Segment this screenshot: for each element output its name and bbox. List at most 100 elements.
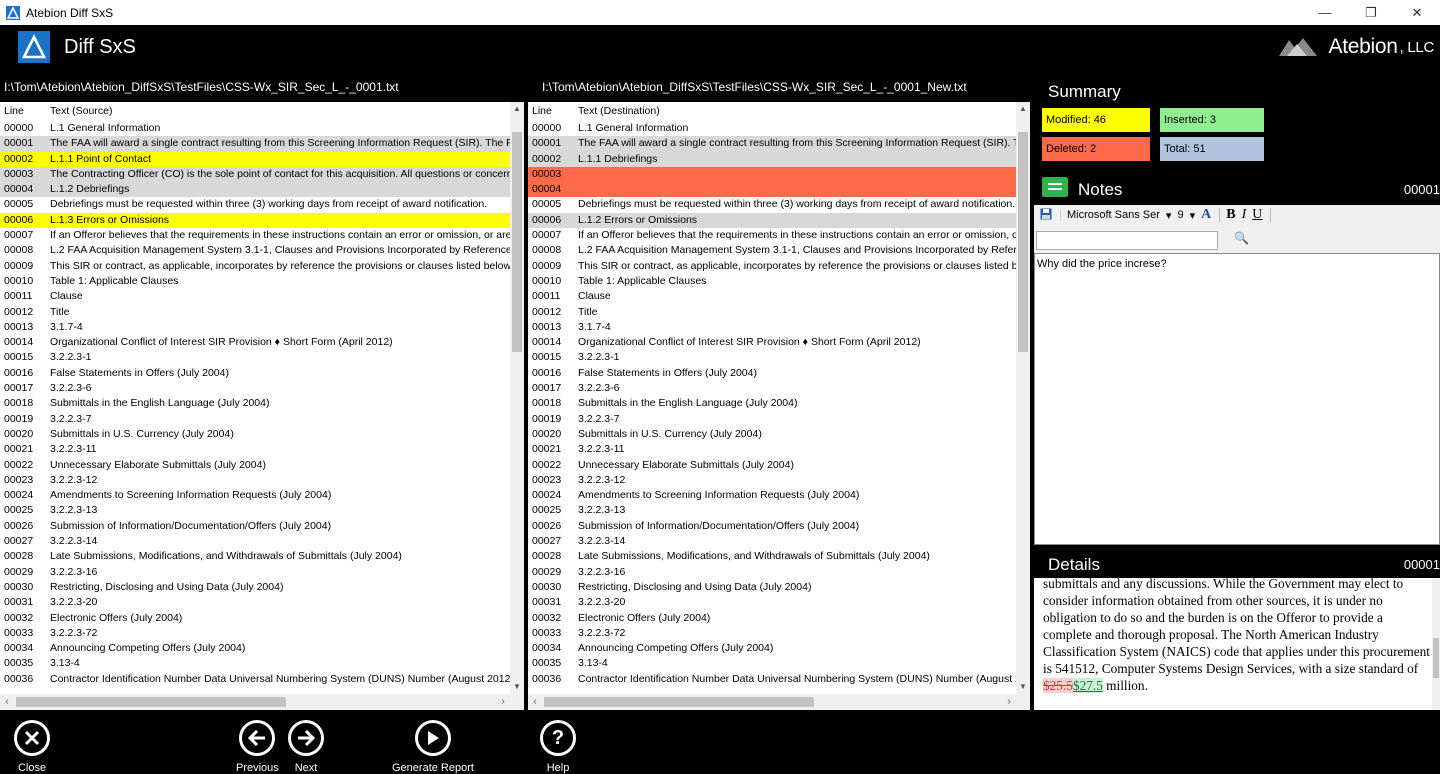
inserted-count-badge[interactable]: Inserted: 3: [1160, 108, 1264, 132]
table-row[interactable]: 00032 Electronic Offers (July 2004): [0, 611, 510, 626]
table-row[interactable]: 00019 3.2.2.3-7: [528, 412, 1016, 427]
close-window-button[interactable]: ✕: [1394, 0, 1440, 25]
italic-button[interactable]: I: [1242, 207, 1247, 223]
table-row[interactable]: 00021 3.2.2.3-11: [0, 442, 510, 457]
table-row[interactable]: 00007 If an Offeror believes that the req…: [528, 228, 1016, 243]
column-header-text[interactable]: Text (Source): [50, 105, 524, 117]
table-row[interactable]: 00027 3.2.2.3-14: [0, 534, 510, 549]
table-row[interactable]: 00004: [528, 182, 1016, 198]
table-row[interactable]: 00036 Contractor Identification Number Da…: [528, 672, 1016, 687]
table-row[interactable]: 00008 L.2 FAA Acquisition Management Syst…: [0, 243, 510, 258]
details-text[interactable]: submittals and any discussions. While th…: [1034, 578, 1440, 710]
table-row[interactable]: 00008 L.2 FAA Acquisition Management Syst…: [528, 243, 1016, 258]
table-row[interactable]: 00032 Electronic Offers (July 2004): [528, 611, 1016, 626]
close-icon[interactable]: [14, 720, 50, 756]
source-horizontal-scrollbar[interactable]: ‹ ›: [0, 694, 524, 710]
table-row[interactable]: 00009 This SIR or contract, as applicable…: [0, 259, 510, 274]
next-button[interactable]: Next: [288, 720, 324, 774]
table-row[interactable]: 00014 Organizational Conflict of Interest…: [528, 335, 1016, 350]
play-icon[interactable]: [414, 720, 451, 756]
column-header-line[interactable]: Line: [0, 105, 50, 117]
scroll-right-arrow-icon[interactable]: ›: [496, 694, 510, 710]
total-count-badge[interactable]: Total: 51: [1160, 137, 1264, 161]
table-row[interactable]: 00028 Late Submissions, Modifications, an…: [528, 549, 1016, 564]
table-row[interactable]: 00002 L.1.1 Point of Contact: [0, 151, 510, 167]
details-scrollbar[interactable]: [1432, 578, 1440, 710]
table-row[interactable]: 00026 Submission of Information/Documenta…: [528, 519, 1016, 534]
table-row[interactable]: 00020 Submittals in U.S. Currency (July 2…: [528, 427, 1016, 442]
table-row[interactable]: 00004 L.1.2 Debriefings: [0, 182, 510, 198]
maximize-button[interactable]: ❐: [1348, 0, 1394, 25]
dropdown-arrow-icon[interactable]: ▾: [1166, 209, 1172, 222]
table-row[interactable]: 00001 The FAA will award a single contrac…: [528, 136, 1016, 152]
arrow-left-icon[interactable]: [239, 720, 276, 756]
destination-grid[interactable]: Line Text (Destination) 00000 L.1 General…: [528, 102, 1030, 710]
table-row[interactable]: 00022 Unnecessary Elaborate Submittals (J…: [0, 458, 510, 473]
table-row[interactable]: 00002 L.1.1 Debriefings: [528, 151, 1016, 167]
table-row[interactable]: 00010 Table 1: Applicable Clauses: [528, 274, 1016, 289]
table-row[interactable]: 00029 3.2.2.3-16: [0, 565, 510, 580]
table-row[interactable]: 00031 3.2.2.3-20: [528, 595, 1016, 610]
table-row[interactable]: 00034 Announcing Competing Offers (July 2…: [528, 641, 1016, 656]
table-row[interactable]: 00034 Announcing Competing Offers (July 2…: [0, 641, 510, 656]
previous-button[interactable]: Previous: [236, 720, 279, 774]
table-row[interactable]: 00036 Contractor Identification Number Da…: [0, 672, 510, 687]
font-name-select[interactable]: Microsoft Sans Ser: [1060, 209, 1160, 221]
destination-horizontal-scrollbar[interactable]: ‹ ›: [528, 694, 1030, 710]
table-row[interactable]: 00003: [528, 166, 1016, 183]
table-row[interactable]: 00035 3.13-4: [0, 656, 510, 671]
modified-count-badge[interactable]: Modified: 46: [1042, 108, 1150, 132]
column-header-text[interactable]: Text (Destination): [578, 105, 1030, 117]
table-row[interactable]: 00020 Submittals in U.S. Currency (July 2…: [0, 427, 510, 442]
scroll-down-arrow-icon[interactable]: ▼: [1016, 680, 1030, 694]
table-row[interactable]: 00010 Table 1: Applicable Clauses: [0, 274, 510, 289]
table-row[interactable]: 00016 False Statements in Offers (July 20…: [528, 366, 1016, 381]
table-row[interactable]: 00012 Title: [528, 305, 1016, 320]
table-row[interactable]: 00016 False Statements in Offers (July 20…: [0, 366, 510, 381]
scroll-right-arrow-icon[interactable]: ›: [1002, 694, 1016, 710]
table-row[interactable]: 00033 3.2.2.3-72: [0, 626, 510, 641]
table-row[interactable]: 00012 Title: [0, 305, 510, 320]
table-row[interactable]: 00024 Amendments to Screening Information…: [528, 488, 1016, 503]
close-button[interactable]: Close: [14, 720, 50, 774]
bold-button[interactable]: B: [1226, 207, 1235, 223]
save-icon[interactable]: [1040, 208, 1052, 223]
table-row[interactable]: 00022 Unnecessary Elaborate Submittals (J…: [528, 458, 1016, 473]
table-row[interactable]: 00017 3.2.2.3-6: [0, 381, 510, 396]
scroll-thumb[interactable]: [1433, 638, 1439, 678]
table-row[interactable]: 00019 3.2.2.3-7: [0, 412, 510, 427]
table-row[interactable]: 00031 3.2.2.3-20: [0, 595, 510, 610]
table-row[interactable]: 00035 3.13-4: [528, 656, 1016, 671]
minimize-button[interactable]: —: [1302, 0, 1348, 25]
deleted-count-badge[interactable]: Deleted: 2: [1042, 137, 1150, 161]
table-row[interactable]: 00029 3.2.2.3-16: [528, 565, 1016, 580]
table-row[interactable]: 00027 3.2.2.3-14: [528, 534, 1016, 549]
table-row[interactable]: 00001 The FAA will award a single contrac…: [0, 136, 510, 152]
font-color-button[interactable]: A: [1201, 207, 1211, 223]
table-row[interactable]: 00000 L.1 General Information: [0, 121, 510, 136]
table-row[interactable]: 00006 L.1.2 Errors or Omissions: [528, 212, 1016, 229]
table-row[interactable]: 00030 Restricting, Disclosing and Using D…: [0, 580, 510, 595]
table-row[interactable]: 00009 This SIR or contract, as applicable…: [528, 259, 1016, 274]
table-row[interactable]: 00017 3.2.2.3-6: [528, 381, 1016, 396]
table-row[interactable]: 00015 3.2.2.3-1: [0, 350, 510, 365]
table-row[interactable]: 00033 3.2.2.3-72: [528, 626, 1016, 641]
help-icon[interactable]: ?: [540, 720, 576, 756]
scroll-up-arrow-icon[interactable]: ▲: [510, 102, 524, 116]
table-row[interactable]: 00011 Clause: [0, 289, 510, 304]
table-row[interactable]: 00005 Debriefings must be requested withi…: [0, 197, 510, 212]
table-row[interactable]: 00007 If an Offeror believes that the req…: [0, 228, 510, 243]
source-vertical-scrollbar[interactable]: ▲ ▼: [510, 102, 524, 694]
destination-vertical-scrollbar[interactable]: ▲ ▼: [1016, 102, 1030, 694]
table-row[interactable]: 00006 L.1.3 Errors or Omissions: [0, 212, 510, 229]
table-row[interactable]: 00024 Amendments to Screening Information…: [0, 488, 510, 503]
table-row[interactable]: 00023 3.2.2.3-12: [0, 473, 510, 488]
notes-search-input[interactable]: [1036, 231, 1218, 250]
table-row[interactable]: 00026 Submission of Information/Documenta…: [0, 519, 510, 534]
scroll-thumb[interactable]: [544, 697, 814, 707]
table-row[interactable]: 00005 Debriefings must be requested withi…: [528, 197, 1016, 212]
table-row[interactable]: 00028 Late Submissions, Modifications, an…: [0, 549, 510, 564]
scroll-left-arrow-icon[interactable]: ‹: [0, 694, 14, 710]
font-size-select[interactable]: 9: [1177, 209, 1183, 221]
table-row[interactable]: 00015 3.2.2.3-1: [528, 350, 1016, 365]
